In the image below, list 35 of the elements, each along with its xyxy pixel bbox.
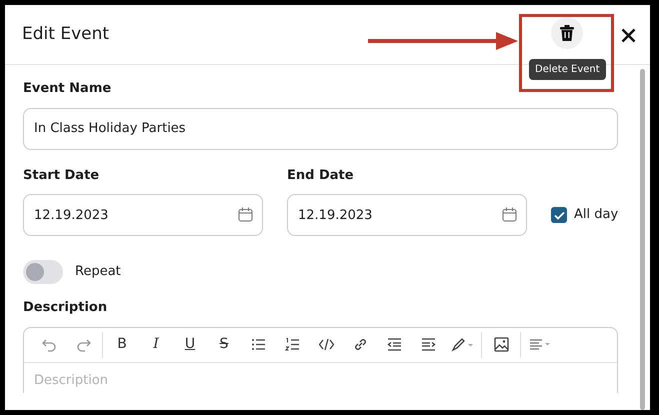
checkmark-icon [554,210,564,220]
scrollbar[interactable] [640,69,645,410]
rich-text-editor[interactable]: B I U S Description [23,326,618,392]
calendar-icon [238,207,253,222]
redo-icon [76,337,90,352]
calendar-icon [502,207,517,222]
field-label: Start Date [23,166,100,184]
image-icon [494,337,508,352]
italic-button[interactable]: I [139,332,173,358]
align-dropdown-icon [529,337,551,352]
outdent-icon [386,337,402,352]
strikethrough-button[interactable]: S [207,332,241,358]
bold-button[interactable]: B [105,332,139,358]
delete-button[interactable] [551,17,583,49]
field-label: Description [23,299,108,317]
close-icon [621,28,636,44]
toggle-label: Repeat [75,263,121,282]
toggle-switch[interactable] [23,260,63,284]
tooltip: Delete Event [529,59,606,80]
checkbox-label: All day [574,206,618,224]
indent-icon [420,337,436,352]
dialog-title: Edit Event [22,24,110,45]
trash-icon [560,25,574,41]
start-date-field[interactable]: 12.19.2023 [23,194,263,236]
event-name-field[interactable]: In Class Holiday Parties [23,108,618,150]
link-icon [352,337,368,352]
bulleted-list-icon [250,337,266,352]
field-label: End Date [287,166,355,184]
checkbox[interactable] [551,207,567,223]
underline-button[interactable]: U [173,332,207,358]
numbered-list-icon [284,337,300,352]
field-label: Event Name [23,80,112,98]
undo-icon [42,337,56,352]
end-date-field[interactable]: 12.19.2023 [287,194,527,236]
code-icon [318,337,334,352]
